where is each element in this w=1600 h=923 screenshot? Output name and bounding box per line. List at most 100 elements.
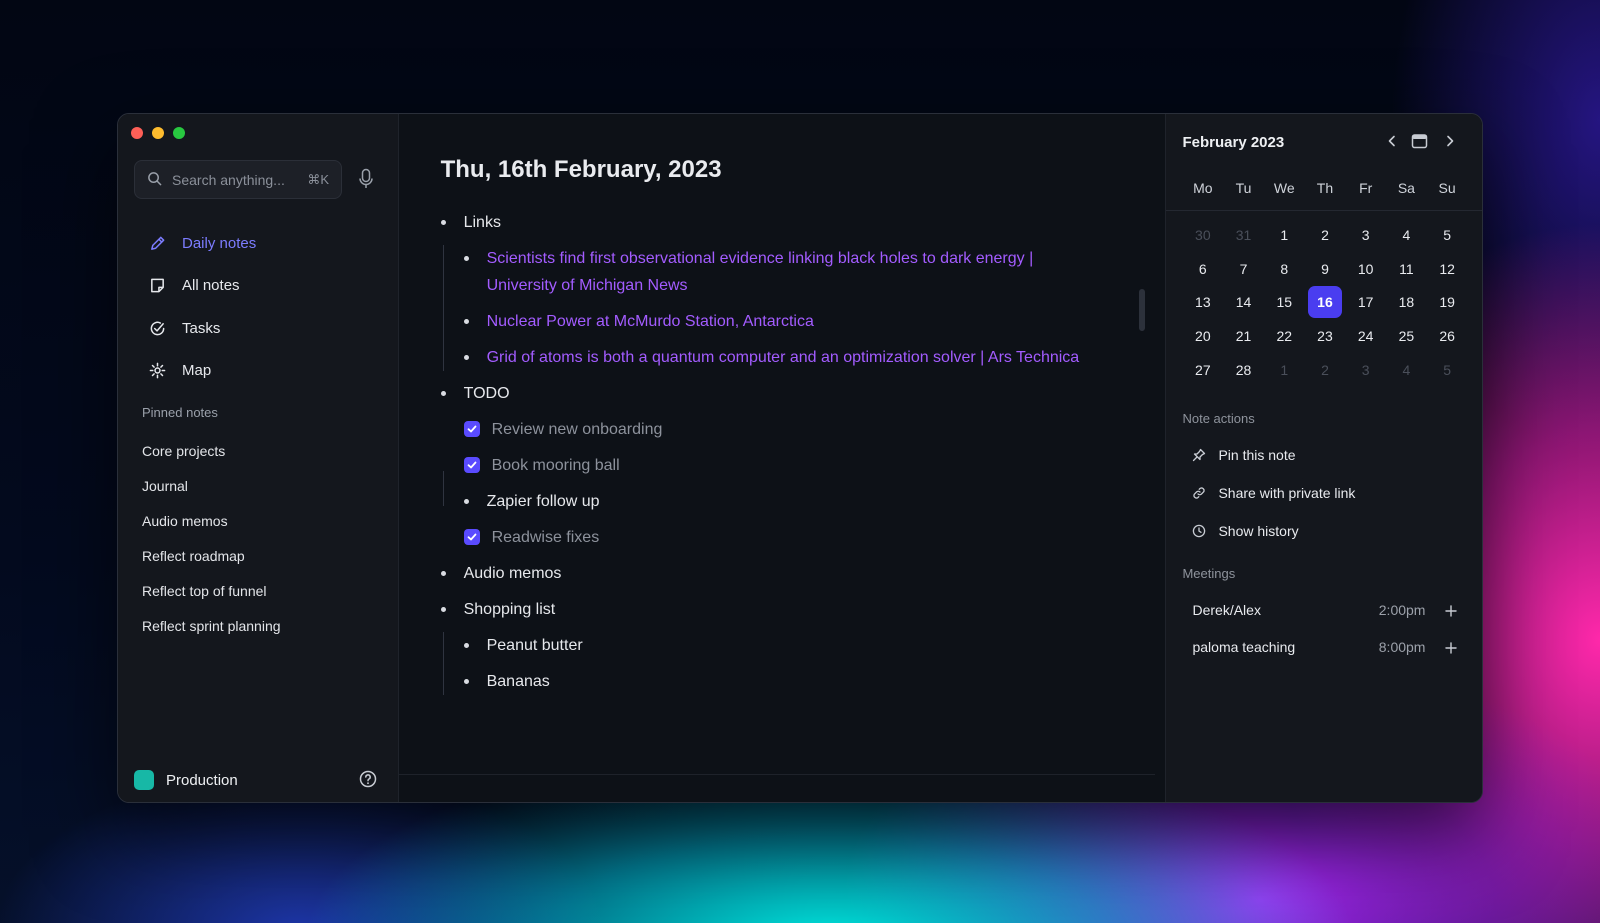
todo-item[interactable]: Book mooring ball xyxy=(463,452,1081,479)
maximize-window-button[interactable] xyxy=(173,127,185,139)
calendar-day[interactable]: 5 xyxy=(1427,353,1468,386)
list-item[interactable]: TODO xyxy=(440,380,1081,407)
nested-list: Scientists find first observational evid… xyxy=(441,245,1081,371)
list-item[interactable]: Links xyxy=(440,209,1081,236)
calendar-day[interactable]: 2 xyxy=(1305,353,1346,386)
calendar-day[interactable]: 26 xyxy=(1427,320,1468,353)
calendar-day[interactable]: 9 xyxy=(1305,253,1346,286)
pinned-note-item[interactable]: Reflect roadmap xyxy=(142,539,281,574)
list-item-text: Audio memos xyxy=(463,565,562,582)
list-item: Grid of atoms is both a quantum computer… xyxy=(463,344,1081,371)
meeting-item[interactable]: paloma teaching 8:00pm xyxy=(1192,639,1458,655)
calendar-day-number: 19 xyxy=(1439,294,1455,311)
calendar-day[interactable]: 6 xyxy=(1182,253,1223,286)
checkbox-checked[interactable] xyxy=(463,421,480,437)
list-item[interactable]: Audio memos xyxy=(440,560,1081,587)
calendar-day[interactable]: 24 xyxy=(1345,320,1386,353)
sidebar-item-map[interactable]: Map xyxy=(134,350,384,393)
calendar-day[interactable]: 2 xyxy=(1305,219,1346,252)
todo-item[interactable]: Review new onboarding xyxy=(463,416,1081,443)
plus-icon[interactable] xyxy=(1445,641,1458,654)
list-item[interactable]: Peanut butter xyxy=(463,632,1081,659)
calendar-day-number: 24 xyxy=(1357,328,1374,345)
calendar-day[interactable]: 8 xyxy=(1264,253,1305,286)
calendar-day[interactable]: 20 xyxy=(1182,320,1223,353)
note-link[interactable]: Nuclear Power at McMurdo Station, Antarc… xyxy=(487,308,814,335)
calendar-day[interactable]: 22 xyxy=(1264,320,1305,353)
calendar-day[interactable]: 4 xyxy=(1386,353,1427,386)
calendar-day[interactable]: 19 xyxy=(1427,286,1468,319)
calendar-day[interactable]: 4 xyxy=(1386,219,1427,252)
checkbox-checked[interactable] xyxy=(463,457,480,473)
meeting-item[interactable]: Derek/Alex 2:00pm xyxy=(1192,602,1458,618)
calendar-day[interactable]: 18 xyxy=(1386,286,1427,319)
note-link[interactable]: Grid of atoms is both a quantum computer… xyxy=(487,344,1080,371)
chevron-right-icon[interactable] xyxy=(1442,133,1458,149)
note-link[interactable]: Scientists find first observational evid… xyxy=(487,245,1081,299)
calendar-day[interactable]: 1 xyxy=(1264,353,1305,386)
calendar-day-number: 14 xyxy=(1235,294,1252,311)
calendar-day[interactable]: 30 xyxy=(1182,219,1223,252)
show-history-action[interactable]: Show history xyxy=(1192,523,1299,539)
calendar-day[interactable]: 13 xyxy=(1182,286,1223,319)
calendar-day[interactable]: 3 xyxy=(1345,219,1386,252)
calendar-day[interactable]: 23 xyxy=(1305,320,1346,353)
calendar-day[interactable]: 3 xyxy=(1345,353,1386,386)
calendar-day[interactable]: 11 xyxy=(1386,253,1427,286)
calendar-day-number: 20 xyxy=(1195,328,1211,345)
calendar-day-selected[interactable]: 16 xyxy=(1305,286,1346,319)
sidebar-item-daily-notes[interactable]: Daily notes xyxy=(134,222,384,265)
chevron-left-icon[interactable] xyxy=(1384,133,1400,149)
right-panel: February 2023 Mo Tu We Th Fr Sa Su 30 31 1… xyxy=(1165,114,1482,802)
pin-note-action[interactable]: Pin this note xyxy=(1192,447,1296,463)
calendar-day[interactable]: 5 xyxy=(1427,219,1468,252)
search-input[interactable]: Search anything... ⌘K xyxy=(134,160,342,199)
list-item-text: Zapier follow up xyxy=(486,493,600,510)
sidebar-item-tasks[interactable]: Tasks xyxy=(134,307,384,350)
calendar-icon[interactable] xyxy=(1411,133,1428,149)
meeting-time: 8:00pm xyxy=(1378,639,1426,655)
list-item[interactable]: Bananas xyxy=(463,668,1081,695)
todo-item[interactable]: Readwise fixes xyxy=(463,524,1081,551)
calendar-day[interactable]: 21 xyxy=(1223,320,1264,353)
calendar-day[interactable]: 15 xyxy=(1264,286,1305,319)
minimize-window-button[interactable] xyxy=(152,127,164,139)
calendar-day-number: 17 xyxy=(1357,294,1374,311)
pinned-note-item[interactable]: Audio memos xyxy=(142,504,281,539)
plus-icon[interactable] xyxy=(1445,604,1458,617)
calendar-day[interactable]: 10 xyxy=(1345,253,1386,286)
clock-icon xyxy=(1192,524,1206,538)
calendar-day[interactable]: 14 xyxy=(1223,286,1264,319)
sidebar-item-label: Daily notes xyxy=(182,234,257,252)
list-item[interactable]: Zapier follow up xyxy=(463,488,1081,515)
list-item-text: Bananas xyxy=(486,673,550,690)
calendar-day[interactable]: 31 xyxy=(1223,219,1264,252)
calendar-day[interactable]: 28 xyxy=(1223,353,1264,386)
pinned-notes-list: Core projects Journal Audio memos Reflec… xyxy=(142,434,281,644)
weekday-label: We xyxy=(1273,180,1295,196)
calendar-day[interactable]: 27 xyxy=(1182,353,1223,386)
calendar-day[interactable]: 1 xyxy=(1264,219,1305,252)
pinned-note-item[interactable]: Reflect sprint planning xyxy=(142,609,281,644)
checkbox-checked[interactable] xyxy=(463,529,480,545)
calendar-day[interactable]: 17 xyxy=(1345,286,1386,319)
meeting-time: 2:00pm xyxy=(1378,602,1426,618)
note-editor[interactable]: Thu, 16th February, 2023 Links Scientist… xyxy=(398,114,1166,802)
close-window-button[interactable] xyxy=(131,127,143,139)
list-item[interactable]: Shopping list xyxy=(440,596,1081,623)
bullet xyxy=(463,679,469,684)
share-link-action[interactable]: Share with private link xyxy=(1192,485,1355,501)
microphone-icon[interactable] xyxy=(358,168,374,190)
pinned-note-item[interactable]: Journal xyxy=(142,469,281,504)
pinned-note-item[interactable]: Reflect top of funnel xyxy=(142,574,281,609)
calendar-day-number: 31 xyxy=(1235,227,1252,244)
scrollbar-thumb[interactable] xyxy=(1138,289,1145,331)
workspace-switcher[interactable]: Production xyxy=(134,770,238,790)
pinned-notes-heading: Pinned notes xyxy=(142,405,218,420)
calendar-day[interactable]: 25 xyxy=(1386,320,1427,353)
calendar-day[interactable]: 7 xyxy=(1223,253,1264,286)
calendar-day[interactable]: 12 xyxy=(1427,253,1468,286)
pinned-note-item[interactable]: Core projects xyxy=(142,434,281,469)
help-icon[interactable] xyxy=(359,770,377,788)
sidebar-item-all-notes[interactable]: All notes xyxy=(134,265,384,308)
